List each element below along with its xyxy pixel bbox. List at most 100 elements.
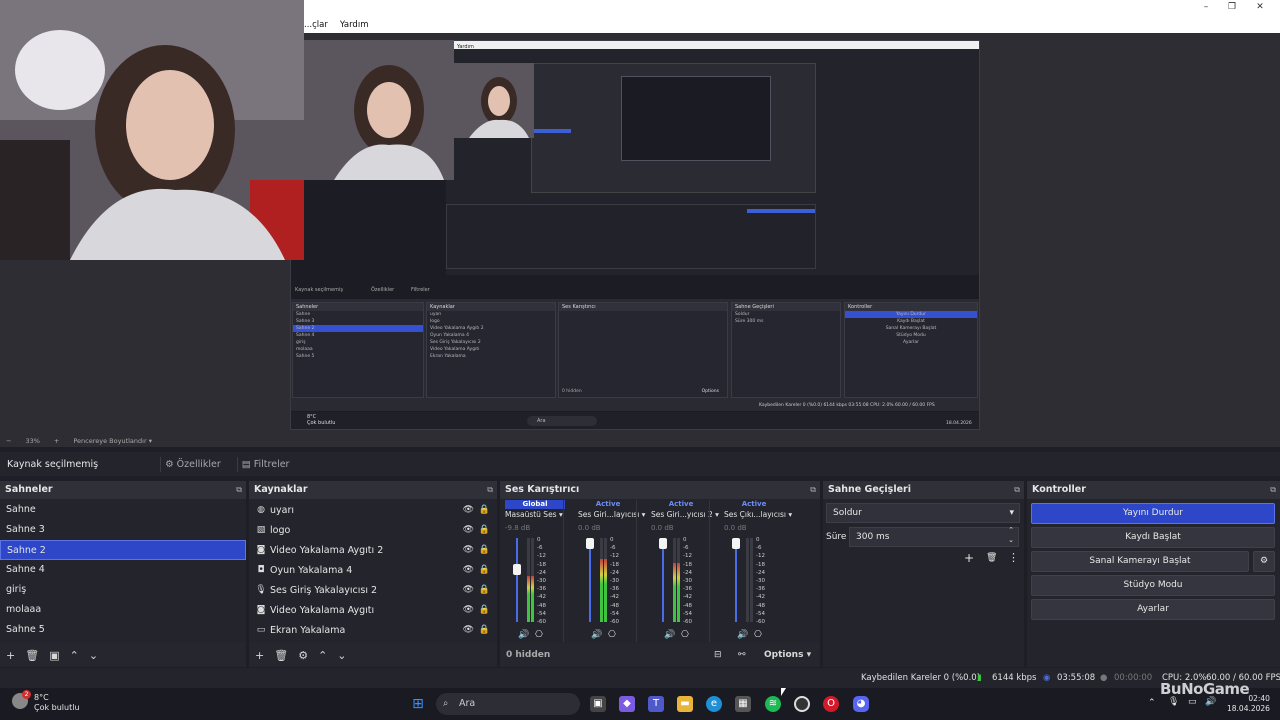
eye-icon[interactable]: 👁 <box>463 565 474 575</box>
source-item[interactable]: ▧ logo 👁 🔒 <box>249 520 497 540</box>
scene-item[interactable]: Sahne 4 <box>0 560 246 580</box>
lock-icon[interactable]: 🔒 <box>479 585 490 595</box>
source-item[interactable]: ◙ Video Yakalama Aygıtı 👁 🔒 <box>249 600 497 620</box>
start-virtualcam-button[interactable]: Sanal Kamerayı Başlat <box>1031 551 1249 572</box>
taskbar-search[interactable]: Ara ⌕ <box>436 693 580 715</box>
undock-icon[interactable]: ⧉ <box>236 481 242 499</box>
trash-icon[interactable]: 🗑 <box>986 553 997 563</box>
trash-icon[interactable]: 🗑 <box>274 649 288 662</box>
store-icon[interactable]: ▦ <box>735 696 751 712</box>
more-icon[interactable]: ⋮ <box>1008 551 1019 564</box>
mute-icon[interactable]: 🔊 <box>518 630 529 640</box>
obs-icon[interactable] <box>794 696 810 712</box>
copilot-icon[interactable]: ◆ <box>619 696 635 712</box>
tray-chevron-icon[interactable]: ⌃ <box>1148 698 1156 708</box>
scene-item[interactable]: giriş <box>0 580 246 600</box>
filters-button[interactable]: ▤ Filtreler <box>236 456 294 472</box>
add-icon[interactable]: + <box>255 649 264 662</box>
undock-icon[interactable]: ⧉ <box>1014 481 1020 499</box>
scene-item-selected[interactable]: Sahne 2 <box>0 540 246 560</box>
eye-icon[interactable]: 👁 <box>463 625 474 635</box>
chevron-down-icon[interactable]: ⌄ <box>89 649 98 662</box>
volume-fader-handle[interactable] <box>513 564 521 575</box>
volume-fader-track[interactable] <box>662 538 664 622</box>
task-view-icon[interactable]: ▣ <box>590 696 606 712</box>
network-icon[interactable]: ▭ <box>1188 697 1197 707</box>
settings-button[interactable]: Ayarlar <box>1031 599 1275 620</box>
monitor-icon[interactable]: ⎔ <box>754 630 762 640</box>
lock-icon[interactable]: 🔒 <box>479 605 490 615</box>
chevron-down-icon[interactable]: ⌄ <box>337 649 346 662</box>
restore-icon[interactable]: ❐ <box>1222 1 1242 14</box>
source-item[interactable]: 🎙 Ses Giriş Yakalayıcısı 2 👁 🔒 <box>249 580 497 600</box>
volume-fader-track[interactable] <box>516 538 518 622</box>
volume-fader-handle[interactable] <box>732 538 740 549</box>
channel-name[interactable]: Masaüstü Ses ▾ <box>505 510 563 519</box>
scene-item[interactable]: Sahne <box>0 500 246 520</box>
mute-icon[interactable]: 🔊 <box>737 630 748 640</box>
file-explorer-icon[interactable]: ▬ <box>677 696 693 712</box>
eye-icon[interactable]: 👁 <box>463 585 474 595</box>
monitor-icon[interactable]: ⎔ <box>535 630 543 640</box>
opera-icon[interactable]: O <box>823 696 839 712</box>
gear-icon[interactable]: ⚙ <box>298 649 308 662</box>
volume-fader-handle[interactable] <box>586 538 594 549</box>
spotify-icon[interactable]: ≋ <box>765 696 781 712</box>
source-item[interactable]: ◍ uyarı 👁 🔒 <box>249 500 497 520</box>
mute-icon[interactable]: 🔊 <box>664 630 675 640</box>
start-record-button[interactable]: Kaydı Başlat <box>1031 527 1275 548</box>
undock-icon[interactable]: ⧉ <box>487 481 493 499</box>
monitor-icon[interactable]: ⎔ <box>608 630 616 640</box>
layout-icon[interactable]: ⊟ <box>714 650 722 660</box>
source-item[interactable]: ▭ Ekran Yakalama 👁 🔒 <box>249 620 497 640</box>
trash-icon[interactable]: 🗑 <box>25 649 39 662</box>
minimize-icon[interactable]: – <box>1196 1 1216 14</box>
source-item[interactable]: ◘ Oyun Yakalama 4 👁 🔒 <box>249 560 497 580</box>
eye-icon[interactable]: 👁 <box>463 545 474 555</box>
duration-input[interactable]: 300 ms ⌃ ⌄ <box>849 525 1019 547</box>
virtualcam-settings-button[interactable]: ⚙ <box>1253 551 1275 572</box>
lock-icon[interactable]: 🔒 <box>479 625 490 635</box>
zoom-out-button[interactable]: − <box>6 437 11 445</box>
menu-help[interactable]: Yardım <box>340 20 369 30</box>
mixer-options-button[interactable]: Options ▾ <box>764 650 811 660</box>
add-icon[interactable]: + <box>964 551 974 565</box>
volume-fader-handle[interactable] <box>659 538 667 549</box>
eye-icon[interactable]: 👁 <box>463 505 474 515</box>
close-icon[interactable]: ✕ <box>1250 1 1270 14</box>
studio-mode-button[interactable]: Stüdyo Modu <box>1031 575 1275 596</box>
volume-icon[interactable]: 🔊 <box>1205 697 1216 707</box>
mute-icon[interactable]: 🔊 <box>591 630 602 640</box>
clock[interactable]: 02:40 18.04.2026 <box>1227 694 1270 714</box>
channel-name[interactable]: Ses Çıkı...layıcısı ▾ <box>724 510 792 519</box>
eye-icon[interactable]: 👁 <box>463 525 474 535</box>
link-icon[interactable]: ⚯ <box>738 650 746 660</box>
lock-icon[interactable]: 🔒 <box>479 505 490 515</box>
chevron-up-icon[interactable]: ⌃ <box>318 649 327 662</box>
source-item[interactable]: ◙ Video Yakalama Aygıtı 2 👁 🔒 <box>249 540 497 560</box>
scene-item[interactable]: Sahne 3 <box>0 520 246 540</box>
lock-icon[interactable]: 🔒 <box>479 545 490 555</box>
edge-icon[interactable]: e <box>706 696 722 712</box>
windows-start-icon[interactable]: ⊞ <box>410 696 426 712</box>
eye-icon[interactable]: 👁 <box>463 605 474 615</box>
menu-tools[interactable]: ...çlar <box>304 20 328 30</box>
undock-icon[interactable]: ⧉ <box>1270 481 1276 499</box>
add-icon[interactable]: + <box>6 649 15 662</box>
stepper-icon[interactable]: ⌃ ⌄ <box>1008 525 1014 545</box>
filter-icon[interactable]: ▣ <box>49 649 59 662</box>
transition-select[interactable]: Soldur ▾ <box>826 503 1020 523</box>
discord-icon[interactable]: ◕ <box>853 696 869 712</box>
properties-button[interactable]: ⚙ Özellikler <box>160 456 225 472</box>
zoom-in-button[interactable]: + <box>54 437 59 445</box>
lock-icon[interactable]: 🔒 <box>479 525 490 535</box>
lock-icon[interactable]: 🔒 <box>479 565 490 575</box>
microphone-icon[interactable]: 🎙 <box>1168 697 1179 707</box>
teams-icon[interactable]: T <box>648 696 664 712</box>
zoom-mode-select[interactable]: Pencereye Boyutlandır ▾ <box>73 437 152 445</box>
volume-fader-track[interactable] <box>735 538 737 622</box>
monitor-icon[interactable]: ⎔ <box>681 630 689 640</box>
chevron-up-icon[interactable]: ⌃ <box>70 649 79 662</box>
stop-stream-button[interactable]: Yayını Durdur <box>1031 503 1275 524</box>
volume-fader-track[interactable] <box>589 538 591 622</box>
